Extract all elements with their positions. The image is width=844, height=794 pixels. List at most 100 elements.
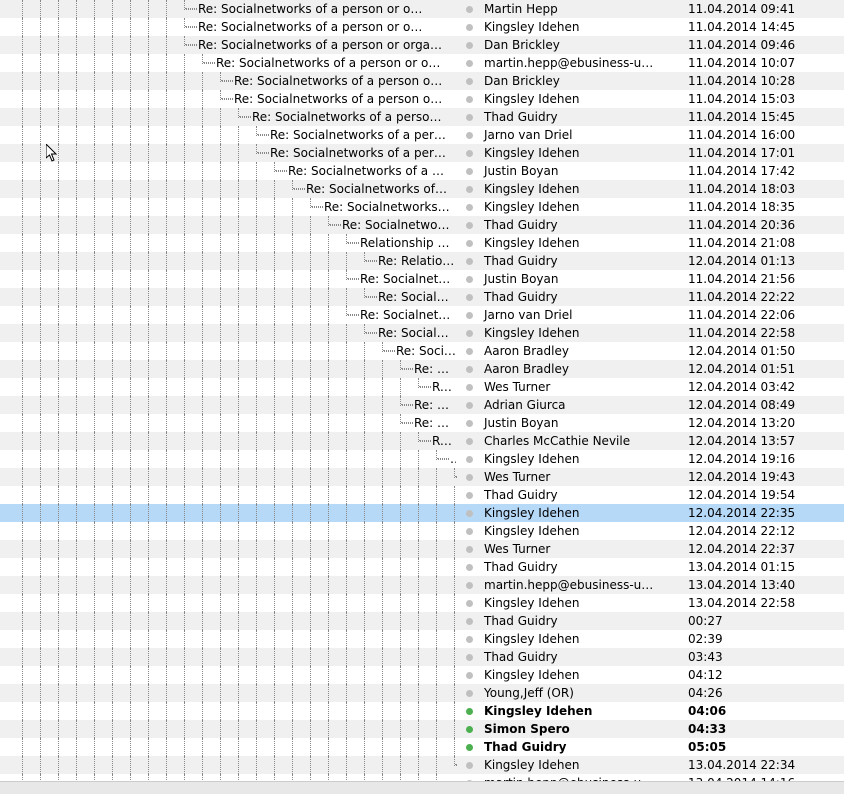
thread-subject-cell[interactable]: … [0, 450, 458, 468]
read-status-cell[interactable] [458, 636, 480, 643]
thread-subject-cell[interactable] [0, 666, 458, 684]
date-cell[interactable]: 11.04.2014 14:45 [684, 18, 844, 36]
date-cell[interactable]: 11.04.2014 17:42 [684, 162, 844, 180]
message-row[interactable]: Thad Guidry03:43 [0, 648, 844, 666]
date-cell[interactable]: 11.04.2014 15:03 [684, 90, 844, 108]
thread-subject-cell[interactable]: Re: Socialnetworks of a perso… [0, 108, 458, 126]
read-status-cell[interactable] [458, 24, 480, 31]
sender-cell[interactable]: Wes Turner [480, 378, 684, 396]
sender-cell[interactable]: Kingsley Idehen [480, 324, 684, 342]
thread-subject-cell[interactable] [0, 576, 458, 594]
read-status-cell[interactable] [458, 78, 480, 85]
date-cell[interactable]: 12.04.2014 03:42 [684, 378, 844, 396]
message-row[interactable]: Relationship …Kingsley Idehen11.04.2014 … [0, 234, 844, 252]
message-row[interactable]: Re: S…Aaron Bradley12.04.2014 01:51 [0, 360, 844, 378]
message-row[interactable]: Kingsley Idehen12.04.2014 22:12 [0, 522, 844, 540]
date-cell[interactable]: 13.04.2014 22:58 [684, 594, 844, 612]
date-cell[interactable]: 11.04.2014 22:22 [684, 288, 844, 306]
message-row[interactable]: Kingsley Idehen02:39 [0, 630, 844, 648]
thread-subject-cell[interactable]: Re… [0, 378, 458, 396]
read-status-cell[interactable] [458, 690, 480, 697]
read-status-cell[interactable] [458, 726, 480, 733]
thread-subject-cell[interactable] [0, 468, 458, 486]
message-row[interactable]: Re: Socialnetworks…Kingsley Idehen11.04.… [0, 198, 844, 216]
thread-subject-cell[interactable]: Re: S… [0, 360, 458, 378]
read-status-cell[interactable] [458, 150, 480, 157]
thread-subject-cell[interactable]: Re: Socialn… [0, 324, 458, 342]
read-status-cell[interactable] [458, 276, 480, 283]
thread-subject-cell[interactable] [0, 558, 458, 576]
date-cell[interactable]: 00:27 [684, 612, 844, 630]
date-cell[interactable]: 11.04.2014 22:06 [684, 306, 844, 324]
thread-subject-cell[interactable]: Re… [0, 432, 458, 450]
message-row[interactable]: Re: Socialnetworks of…Kingsley Idehen11.… [0, 180, 844, 198]
message-row[interactable]: Re: Socialnetworks of a person o…Dan Bri… [0, 72, 844, 90]
sender-cell[interactable]: Charles McCathie Nevile [480, 432, 684, 450]
read-status-cell[interactable] [458, 42, 480, 49]
message-row[interactable]: Kingsley Idehen04:12 [0, 666, 844, 684]
read-status-cell[interactable] [458, 114, 480, 121]
read-status-cell[interactable] [458, 438, 480, 445]
message-row[interactable]: Thad Guidry00:27 [0, 612, 844, 630]
sender-cell[interactable]: Jarno van Driel [480, 306, 684, 324]
date-cell[interactable]: 11.04.2014 17:01 [684, 144, 844, 162]
date-cell[interactable]: 11.04.2014 10:28 [684, 72, 844, 90]
read-status-cell[interactable] [458, 582, 480, 589]
date-cell[interactable]: 11.04.2014 21:56 [684, 270, 844, 288]
date-cell[interactable]: 11.04.2014 18:35 [684, 198, 844, 216]
date-cell[interactable]: 12.04.2014 22:35 [684, 504, 844, 522]
message-row[interactable]: Re: S…Adrian Giurca12.04.2014 08:49 [0, 396, 844, 414]
date-cell[interactable]: 13.04.2014 13:40 [684, 576, 844, 594]
date-cell[interactable]: 11.04.2014 22:58 [684, 324, 844, 342]
date-cell[interactable]: 04:26 [684, 684, 844, 702]
date-cell[interactable]: 13.04.2014 01:15 [684, 558, 844, 576]
thread-subject-cell[interactable] [0, 738, 458, 756]
sender-cell[interactable]: Kingsley Idehen [480, 522, 684, 540]
sender-cell[interactable]: Jarno van Driel [480, 126, 684, 144]
thread-subject-cell[interactable]: Re: Relatio… [0, 252, 458, 270]
date-cell[interactable]: 11.04.2014 09:41 [684, 0, 844, 18]
sender-cell[interactable]: Simon Spero [480, 720, 684, 738]
date-cell[interactable]: 11.04.2014 10:07 [684, 54, 844, 72]
sender-cell[interactable]: Thad Guidry [480, 486, 684, 504]
message-row[interactable]: Kingsley Idehen04:06 [0, 702, 844, 720]
date-cell[interactable]: 11.04.2014 09:46 [684, 36, 844, 54]
sender-cell[interactable]: Kingsley Idehen [480, 18, 684, 36]
message-row[interactable]: Thad Guidry12.04.2014 19:54 [0, 486, 844, 504]
sender-cell[interactable]: Wes Turner [480, 540, 684, 558]
sender-cell[interactable]: martin.hepp@ebusiness-u… [480, 576, 684, 594]
message-thread-list[interactable]: Re: Socialnetworks of a person or o…Mart… [0, 0, 844, 794]
message-row[interactable]: Thad Guidry13.04.2014 01:15 [0, 558, 844, 576]
read-status-cell[interactable] [458, 330, 480, 337]
read-status-cell[interactable] [458, 474, 480, 481]
message-row[interactable]: Re: Socialnetwo…Thad Guidry11.04.2014 20… [0, 216, 844, 234]
sender-cell[interactable]: Kingsley Idehen [480, 180, 684, 198]
read-status-cell[interactable] [458, 456, 480, 463]
thread-subject-cell[interactable]: Re: S… [0, 396, 458, 414]
thread-subject-cell[interactable]: Re: Soci… [0, 342, 458, 360]
read-status-cell[interactable] [458, 258, 480, 265]
thread-subject-cell[interactable]: Re: Socialnet… [0, 270, 458, 288]
message-row[interactable]: Re: Socialnetworks of a per…Jarno van Dr… [0, 126, 844, 144]
sender-cell[interactable]: Young,Jeff (OR) [480, 684, 684, 702]
date-cell[interactable]: 12.04.2014 13:57 [684, 432, 844, 450]
message-row[interactable]: Young,Jeff (OR)04:26 [0, 684, 844, 702]
date-cell[interactable]: 12.04.2014 01:51 [684, 360, 844, 378]
read-status-cell[interactable] [458, 6, 480, 13]
message-row[interactable]: Kingsley Idehen13.04.2014 22:58 [0, 594, 844, 612]
message-row[interactable]: Thad Guidry05:05 [0, 738, 844, 756]
message-row[interactable]: martin.hepp@ebusiness-u…13.04.2014 13:40 [0, 576, 844, 594]
sender-cell[interactable]: martin.hepp@ebusiness-u… [480, 54, 684, 72]
thread-subject-cell[interactable] [0, 720, 458, 738]
sender-cell[interactable]: Wes Turner [480, 468, 684, 486]
read-status-cell[interactable] [458, 366, 480, 373]
sender-cell[interactable]: Dan Brickley [480, 36, 684, 54]
sender-cell[interactable]: Kingsley Idehen [480, 198, 684, 216]
thread-subject-cell[interactable] [0, 648, 458, 666]
sender-cell[interactable]: Thad Guidry [480, 252, 684, 270]
read-status-cell[interactable] [458, 420, 480, 427]
sender-cell[interactable]: Thad Guidry [480, 738, 684, 756]
date-cell[interactable]: 02:39 [684, 630, 844, 648]
date-cell[interactable]: 04:33 [684, 720, 844, 738]
date-cell[interactable]: 11.04.2014 15:45 [684, 108, 844, 126]
